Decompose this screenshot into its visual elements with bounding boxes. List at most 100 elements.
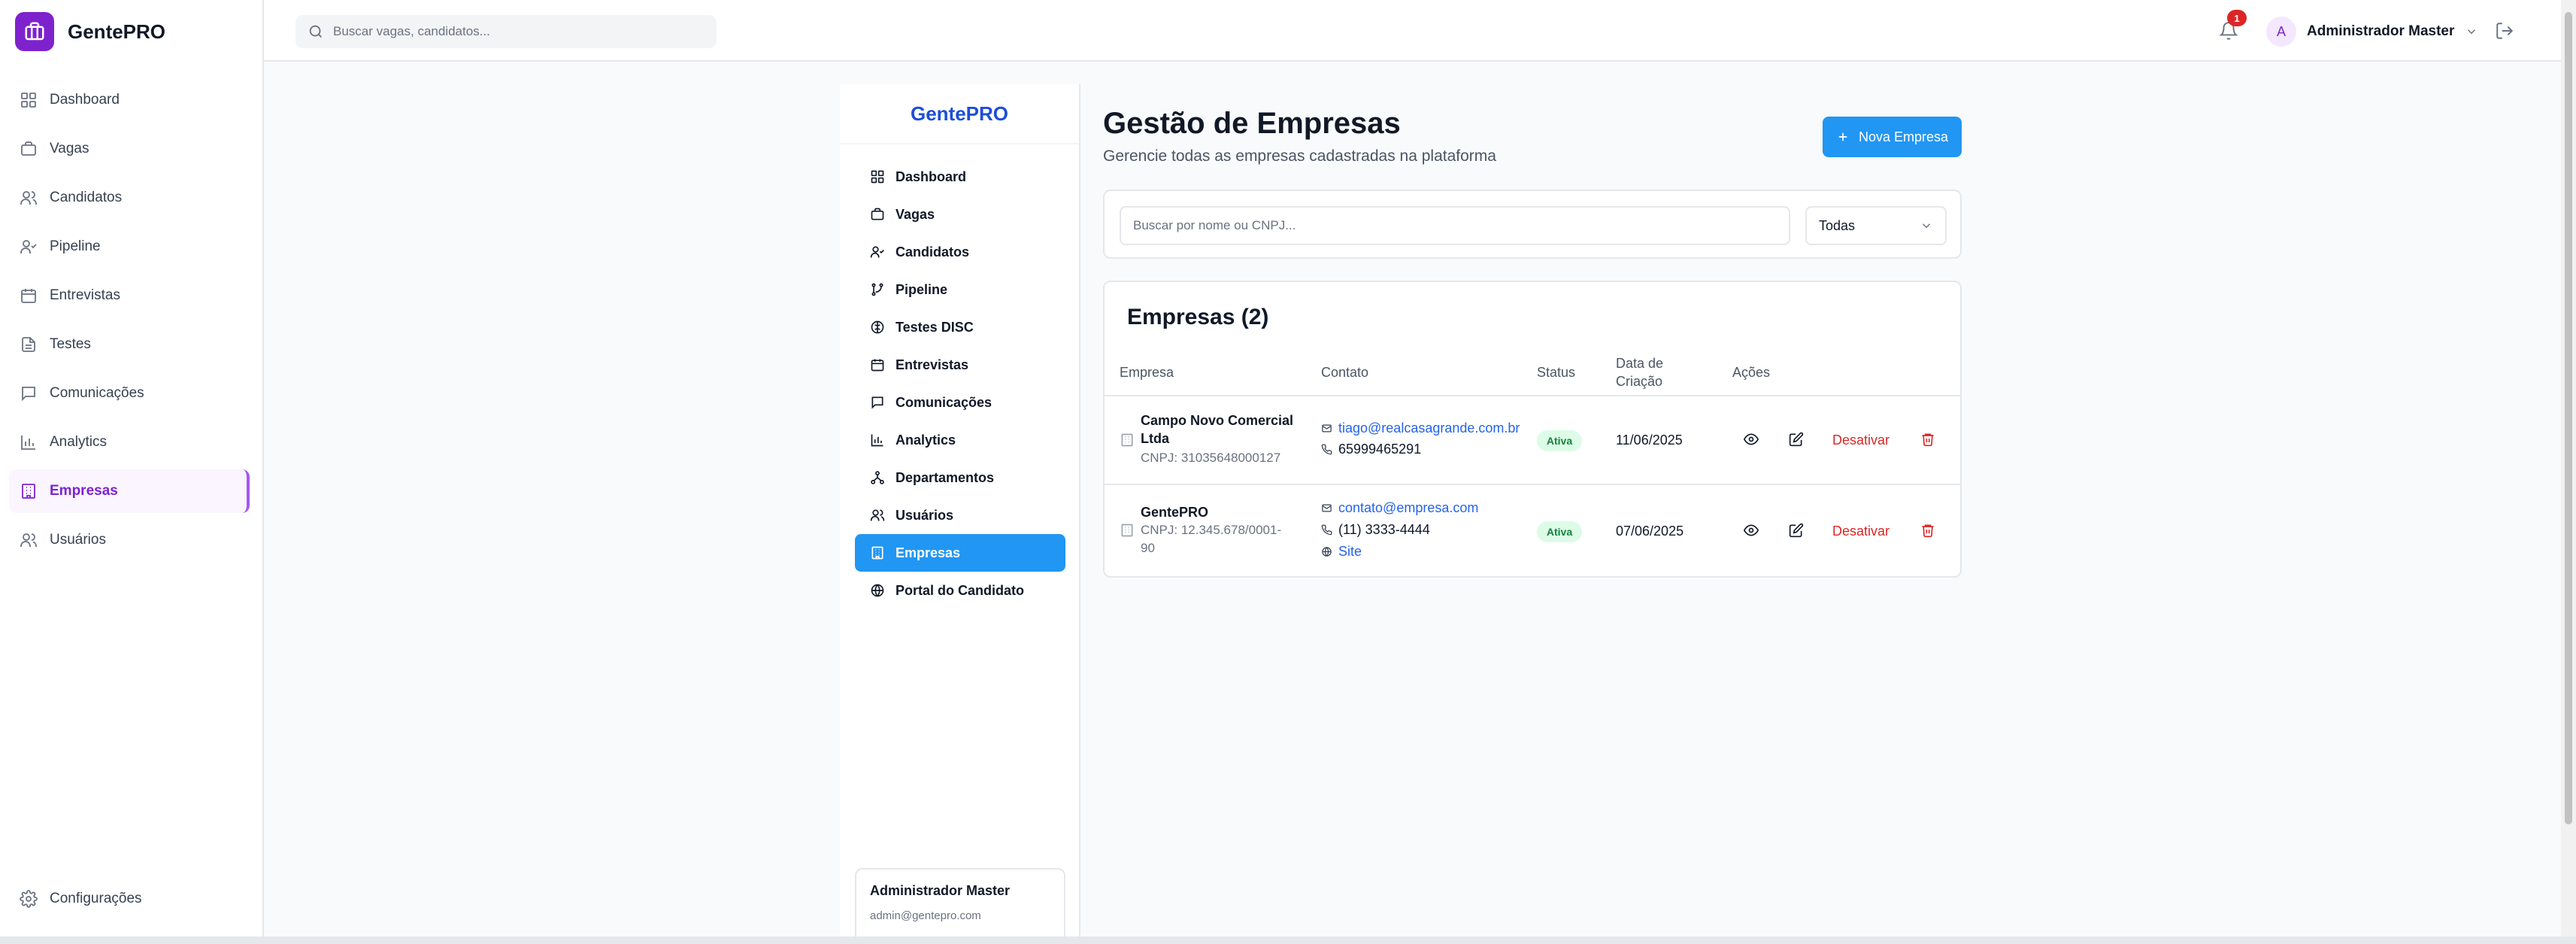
inner-item-comunicacoes[interactable]: Comunicações [855, 384, 1065, 421]
global-search-input[interactable] [333, 24, 694, 39]
site-link[interactable]: Site [1338, 544, 1362, 560]
inner-user-name: Administrador Master [870, 883, 1011, 898]
edit-icon [1789, 523, 1804, 538]
user-menu[interactable]: A Administrador Master [2266, 17, 2478, 47]
sidebar-item-analytics[interactable]: Analytics [9, 420, 250, 464]
sidebar-item-pipeline[interactable]: Pipeline [9, 225, 250, 269]
logout-icon[interactable] [2495, 21, 2514, 41]
sidebar-item-candidatos[interactable]: Candidatos [9, 176, 250, 220]
header-contato: Contato [1321, 365, 1369, 380]
deactivate-button[interactable]: Desativar [1832, 524, 1890, 539]
sidebar-item-configuracoes[interactable]: Configurações [20, 890, 142, 908]
phone-value: (11) 3333-4444 [1338, 521, 1430, 537]
building-icon [22, 484, 35, 499]
network-icon [871, 471, 884, 484]
companies-table-card: Empresas (2) Empresa Contato Status Data… [1103, 281, 1962, 578]
scrollbar-thumb[interactable] [2565, 12, 2572, 824]
gear-icon [20, 890, 38, 908]
company-name: Campo Novo Comercial Ltda [1141, 411, 1299, 448]
inner-item-entrevistas[interactable]: Entrevistas [855, 346, 1065, 384]
inner-item-testes-disc[interactable]: Testes DISC [855, 308, 1065, 346]
message-icon [22, 387, 35, 402]
brand-name: GentePRO [68, 20, 166, 43]
inner-item-portal-candidato[interactable]: Portal do Candidato [855, 572, 1065, 609]
company-cnpj: CNPJ: 12.345.678/0001- 90 [1141, 521, 1299, 557]
file-text-icon [22, 337, 35, 352]
status-filter-select[interactable]: Todas [1805, 206, 1947, 245]
user-check-icon [20, 240, 37, 253]
globe-icon [1322, 546, 1332, 557]
settings-label: Configurações [50, 891, 142, 906]
page-title: Gestão de Empresas [1103, 107, 1401, 140]
edit-button[interactable] [1786, 520, 1807, 541]
deactivate-button[interactable]: Desativar [1832, 433, 1890, 448]
inner-item-label: Vagas [896, 206, 935, 222]
top-header: 1 A Administrador Master [264, 0, 2561, 62]
inner-brand[interactable]: GentePRO [840, 84, 1079, 144]
sidebar-item-testes[interactable]: Testes [9, 323, 250, 366]
inner-item-pipeline[interactable]: Pipeline [855, 271, 1065, 308]
main-sidebar: GentePRO Dashboard Vagas Candidatos Pipe… [0, 0, 264, 944]
phone-value: 65999465291 [1338, 441, 1422, 457]
header-status: Status [1537, 365, 1576, 380]
delete-button[interactable] [1917, 429, 1938, 450]
trash-icon [1922, 433, 1934, 447]
view-button[interactable] [1741, 429, 1762, 450]
user-check-icon [870, 246, 884, 258]
search-icon [309, 25, 322, 38]
inner-item-label: Dashboard [896, 168, 967, 184]
contact-site: Site [1321, 542, 1362, 560]
header-empresa: Empresa [1120, 365, 1174, 380]
inner-item-empresas[interactable]: Empresas [855, 534, 1065, 572]
inner-item-vagas[interactable]: Vagas [855, 196, 1065, 233]
sidebar-item-empresas[interactable]: Empresas [9, 469, 250, 513]
sidebar-item-dashboard[interactable]: Dashboard [9, 78, 250, 122]
sidebar-item-comunicacoes[interactable]: Comunicações [9, 372, 250, 415]
status-badge: Ativa [1537, 430, 1582, 451]
edit-button[interactable] [1786, 429, 1807, 450]
inner-item-dashboard[interactable]: Dashboard [855, 158, 1065, 196]
inner-item-label: Pipeline [896, 281, 948, 297]
inner-item-usuarios[interactable]: Usuários [855, 496, 1065, 534]
sidebar-nav: Dashboard Vagas Candidatos Pipeline Entr… [9, 78, 250, 567]
inner-item-departamentos[interactable]: Departamentos [855, 459, 1065, 496]
filter-card: Todas [1103, 190, 1962, 259]
sidebar-item-label: Comunicações [50, 385, 144, 401]
sidebar-item-label: Vagas [50, 141, 89, 156]
mail-icon [1322, 504, 1332, 511]
header-data-criacao: Data de Criação [1616, 354, 1663, 390]
sidebar-item-label: Pipeline [50, 238, 101, 254]
user-name: Administrador Master [2307, 23, 2455, 39]
inner-item-label: Departamentos [896, 469, 995, 485]
users-icon [20, 533, 37, 547]
status-badge: Ativa [1537, 521, 1582, 542]
sidebar-item-vagas[interactable]: Vagas [9, 127, 250, 171]
email-link[interactable]: tiago@realcasagrande.com.br [1338, 420, 1520, 436]
inner-sidebar: GentePRO Dashboard Vagas Candidatos Pipe… [840, 84, 1080, 943]
inner-user-card[interactable]: Administrador Master admin@gentepro.com [855, 868, 1065, 943]
message-icon [871, 396, 883, 409]
page-subtitle: Gerencie todas as empresas cadastradas n… [1103, 147, 1496, 165]
inner-item-analytics[interactable]: Analytics [855, 421, 1065, 459]
contact-email: contato@empresa.com [1321, 499, 1478, 517]
bar-chart-icon [21, 436, 35, 450]
vertical-scrollbar[interactable] [2561, 0, 2576, 944]
table-row: Campo Novo Comercial Ltda CNPJ: 31035648… [1105, 396, 1960, 484]
delete-button[interactable] [1917, 520, 1938, 541]
sidebar-item-usuarios[interactable]: Usuários [9, 518, 250, 562]
inner-item-candidatos[interactable]: Candidatos [855, 233, 1065, 271]
plus-icon [1838, 132, 1847, 141]
edit-icon [1789, 432, 1804, 447]
new-company-button[interactable]: Nova Empresa [1823, 117, 1962, 157]
horizontal-scrollbar[interactable] [0, 936, 2576, 944]
sidebar-item-label: Entrevistas [50, 287, 120, 303]
chevron-down-icon [1922, 223, 1931, 229]
users-icon [20, 191, 37, 205]
global-search[interactable] [295, 15, 717, 48]
email-link[interactable]: contato@empresa.com [1338, 500, 1478, 516]
view-button[interactable] [1741, 520, 1762, 541]
inner-item-label: Testes DISC [896, 319, 974, 335]
sidebar-item-entrevistas[interactable]: Entrevistas [9, 274, 250, 317]
company-search-input[interactable] [1120, 206, 1790, 245]
brand[interactable]: GentePRO [15, 12, 165, 51]
